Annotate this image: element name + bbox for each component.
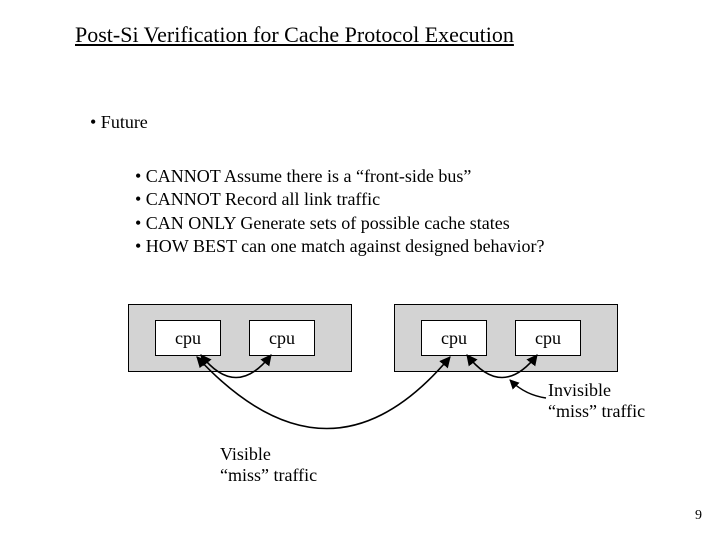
- arrow-overlay: [0, 0, 720, 540]
- cpu-box: cpu: [421, 320, 487, 356]
- text-line: Invisible: [548, 380, 645, 401]
- cpu-package-left: cpu cpu: [128, 304, 352, 372]
- bullet-list: • CANNOT Assume there is a “front-side b…: [135, 165, 545, 259]
- label-invisible-traffic: Invisible “miss” traffic: [548, 380, 645, 421]
- cpu-box: cpu: [155, 320, 221, 356]
- bullet-item: • CANNOT Assume there is a “front-side b…: [135, 165, 545, 188]
- bullet-item: • HOW BEST can one match against designe…: [135, 235, 545, 258]
- text-line: “miss” traffic: [548, 401, 645, 422]
- label-visible-traffic: Visible “miss” traffic: [220, 444, 317, 485]
- bullet-item: • CANNOT Record all link traffic: [135, 188, 545, 211]
- cpu-box: cpu: [249, 320, 315, 356]
- slide-title: Post-Si Verification for Cache Protocol …: [75, 22, 514, 48]
- page-number: 9: [695, 508, 702, 524]
- cpu-box: cpu: [515, 320, 581, 356]
- bullet-item: • CAN ONLY Generate sets of possible cac…: [135, 212, 545, 235]
- bullet-future: • Future: [90, 112, 148, 133]
- text-line: “miss” traffic: [220, 465, 317, 486]
- text-line: Visible: [220, 444, 317, 465]
- slide: Post-Si Verification for Cache Protocol …: [0, 0, 720, 540]
- cpu-package-right: cpu cpu: [394, 304, 618, 372]
